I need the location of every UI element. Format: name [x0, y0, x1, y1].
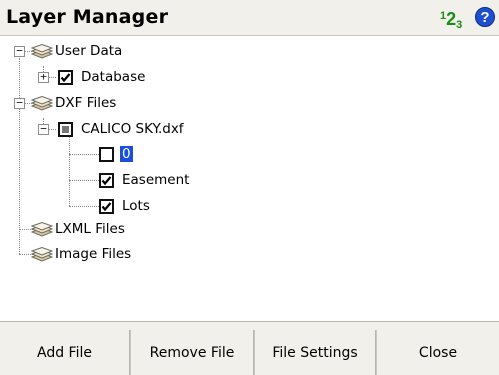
tree-item-easement[interactable]: Easement: [122, 172, 189, 188]
database-checkbox[interactable]: [58, 70, 73, 85]
tree-connector: [48, 77, 56, 78]
help-icon[interactable]: ?: [475, 7, 495, 27]
tree-connector: [69, 180, 99, 181]
expand-toggle-database[interactable]: +: [38, 71, 49, 83]
tree-item-lxml-files[interactable]: LXML Files: [55, 221, 125, 237]
window-title: Layer Manager: [6, 6, 169, 28]
layer-0-checkbox[interactable]: [99, 147, 114, 162]
tree-connector: [48, 129, 56, 130]
collapse-toggle-user-data[interactable]: −: [14, 45, 25, 57]
close-button[interactable]: Close: [376, 330, 499, 375]
tree-item-image-files[interactable]: Image Files: [55, 246, 131, 262]
tree-item-lots[interactable]: Lots: [122, 198, 150, 214]
tree-connector: [19, 58, 20, 254]
numpad-icon[interactable]: 123: [440, 7, 462, 34]
button-bar: Add File Remove File File Settings Close: [0, 321, 499, 375]
tree-item-user-data[interactable]: User Data: [55, 43, 122, 59]
title-bar: Layer Manager 123 ?: [0, 0, 499, 36]
remove-file-button[interactable]: Remove File: [130, 330, 254, 375]
layer-stack-icon: [31, 44, 53, 59]
tree-connector: [69, 154, 99, 155]
collapse-toggle-dxf-files[interactable]: −: [14, 97, 25, 109]
tree-item-layer-0[interactable]: 0: [120, 146, 133, 162]
lots-checkbox[interactable]: [99, 199, 114, 214]
tree-item-database[interactable]: Database: [81, 69, 145, 85]
easement-checkbox[interactable]: [99, 173, 114, 188]
tree-item-dxf-files[interactable]: DXF Files: [55, 95, 116, 111]
check-icon: [60, 73, 71, 83]
calico-sky-checkbox[interactable]: [58, 122, 73, 137]
add-file-button[interactable]: Add File: [0, 330, 130, 375]
tree-connector: [69, 136, 70, 206]
layer-stack-icon: [31, 96, 53, 111]
check-icon: [101, 202, 112, 212]
collapse-toggle-calico-sky[interactable]: −: [38, 123, 49, 135]
check-icon: [101, 176, 112, 186]
layer-stack-icon: [31, 247, 53, 262]
file-settings-button[interactable]: File Settings: [254, 330, 376, 375]
tree-item-calico-sky[interactable]: CALICO SKY.dxf: [81, 121, 184, 137]
tree-connector: [69, 206, 99, 207]
layer-stack-icon: [31, 222, 53, 237]
layer-tree: − User Data + Database − DXF Files − CAL…: [7, 36, 499, 321]
